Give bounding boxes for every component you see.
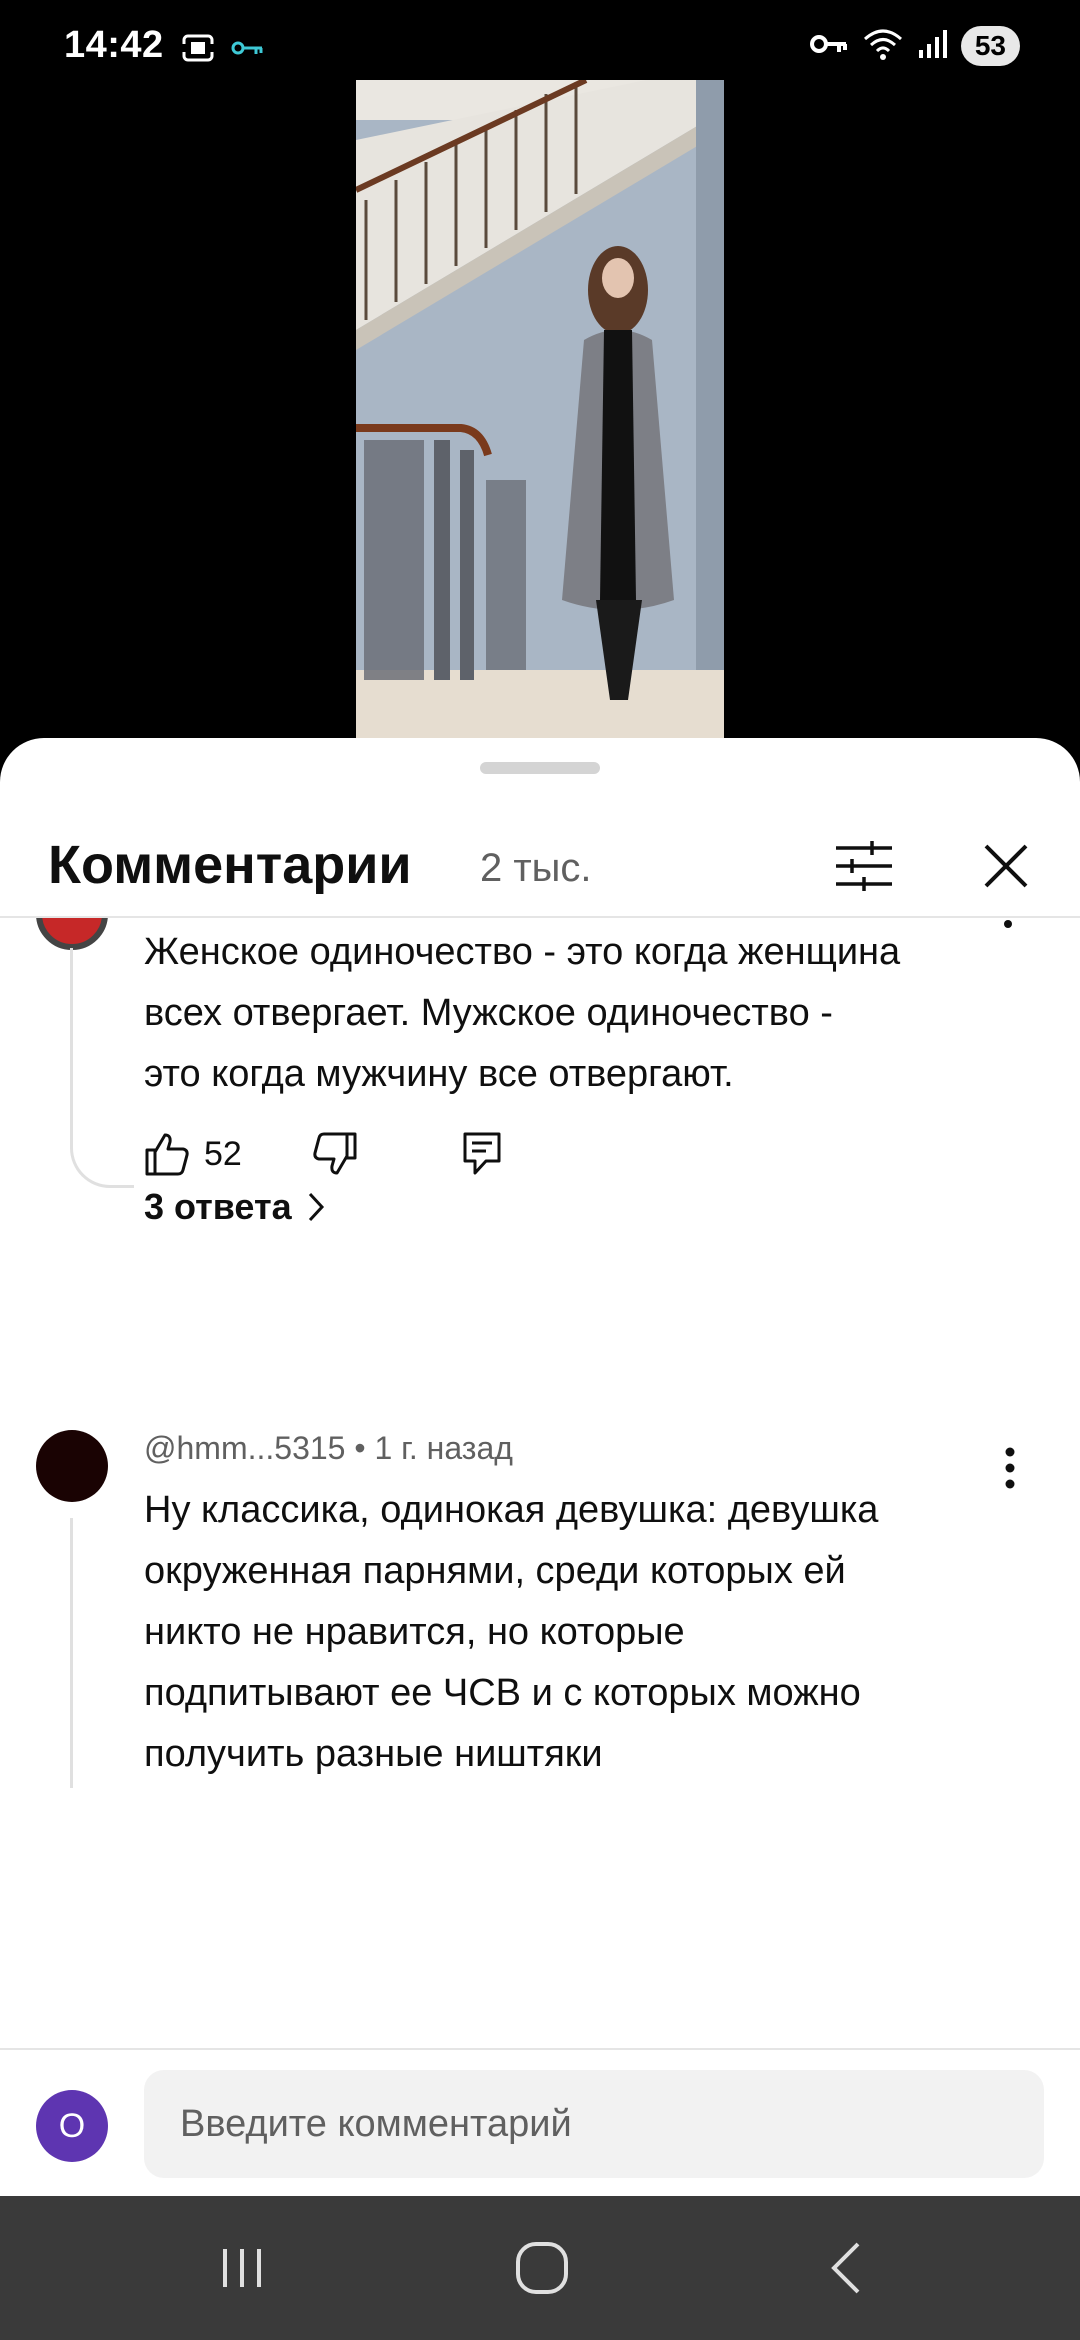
- sort-filter-button[interactable]: [826, 828, 902, 904]
- status-bar: 14:42 53: [0, 0, 1080, 80]
- comment-actions: 52: [144, 1124, 502, 1184]
- comments-list[interactable]: Женское одиночество - это когда женщина …: [0, 918, 1080, 1788]
- replies-label: 3 ответа: [144, 1186, 292, 1227]
- comments-title: Комментарии: [48, 835, 412, 895]
- status-left-icons: [180, 30, 266, 71]
- thumbs-down-icon: [313, 1132, 357, 1175]
- video-frame: [356, 80, 724, 740]
- comments-sheet: Комментарии 2 тыс. Женское одиночество -…: [0, 738, 1080, 2196]
- like-count: 52: [204, 1134, 242, 1173]
- comment-meta: @hmm...5315 • 1 г. назад: [144, 1430, 513, 1467]
- thread-line: [70, 948, 73, 1128]
- comment-input-bar: О: [0, 2048, 1080, 2196]
- back-icon: [831, 2242, 860, 2294]
- avatar[interactable]: [36, 918, 108, 950]
- thread-curve: [70, 1128, 134, 1188]
- vpn-key-icon: [230, 36, 266, 65]
- thumbs-up-icon: [145, 1133, 189, 1176]
- close-icon: [984, 844, 1028, 888]
- clock: 14:42: [64, 24, 164, 66]
- system-nav-bar: [0, 2196, 1080, 2340]
- reply-icon: [463, 1132, 501, 1175]
- battery-indicator: 53: [960, 26, 1020, 66]
- comments-count: 2 тыс.: [480, 846, 592, 890]
- comment-time: 1 г. назад: [374, 1430, 513, 1466]
- recents-icon: [223, 2249, 261, 2287]
- dislike-button[interactable]: [312, 1132, 462, 1176]
- video-player[interactable]: [356, 80, 724, 740]
- comments-header: Комментарии 2 тыс.: [0, 798, 1080, 918]
- reply-button[interactable]: [462, 1131, 502, 1177]
- user-avatar[interactable]: О: [36, 2090, 108, 2162]
- drag-handle[interactable]: [480, 762, 600, 774]
- filter-icon: [836, 841, 892, 891]
- like-button[interactable]: 52: [144, 1132, 312, 1176]
- view-replies-link[interactable]: 3 ответа: [144, 1186, 326, 1228]
- key-icon: [809, 31, 849, 62]
- avatar[interactable]: [36, 1430, 108, 1502]
- chevron-right-icon: [308, 1192, 324, 1222]
- comment-input[interactable]: [144, 2070, 1044, 2178]
- meta-separator: •: [354, 1430, 375, 1466]
- signal-icon: [917, 28, 947, 65]
- comment-text: Ну классика, одинокая девушка: девушка о…: [144, 1489, 879, 1775]
- wifi-icon: [863, 27, 903, 66]
- status-right-icons: 53: [809, 26, 1020, 66]
- home-icon: [516, 2242, 568, 2294]
- thread-line: [70, 1518, 73, 1788]
- screenshot-icon: [180, 30, 216, 71]
- recents-button[interactable]: [192, 2232, 292, 2304]
- comment-author[interactable]: @hmm...5315: [144, 1430, 345, 1466]
- back-button[interactable]: [796, 2232, 896, 2304]
- home-button[interactable]: [492, 2232, 592, 2304]
- comment-text: Женское одиночество - это когда женщина …: [144, 931, 901, 1095]
- close-button[interactable]: [968, 828, 1044, 904]
